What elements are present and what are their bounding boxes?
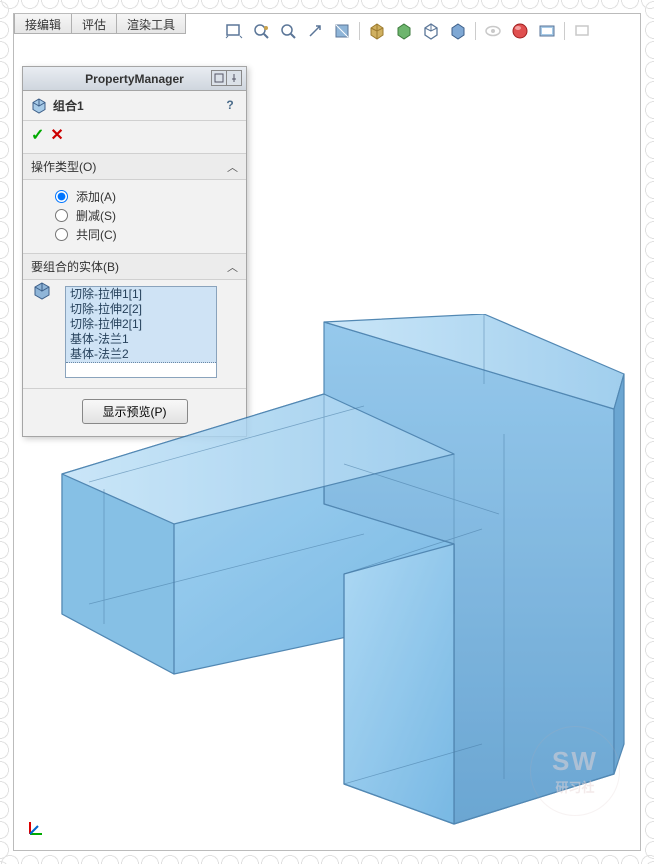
section-view-icon[interactable] — [332, 21, 352, 41]
view-toolbar — [224, 14, 640, 46]
menu-tab-direct-edit[interactable]: 接编辑 — [14, 14, 72, 34]
menu-tab-evaluate[interactable]: 评估 — [71, 14, 117, 34]
prev-view-icon[interactable] — [305, 21, 325, 41]
watermark: SW 研习社 — [530, 726, 620, 816]
display-style-icon[interactable] — [394, 21, 414, 41]
solid-body-icon — [33, 282, 51, 300]
section-operation-label: 操作类型(O) — [31, 158, 96, 175]
chevron-up-icon: ︿ — [227, 159, 238, 175]
zoom-fit-icon[interactable] — [224, 21, 244, 41]
pm-tab-icon[interactable] — [211, 70, 227, 86]
origin-triad-icon — [28, 818, 46, 836]
render-icon[interactable] — [537, 21, 557, 41]
hide-show-icon[interactable] — [421, 21, 441, 41]
section-bodies-label: 要组合的实体(B) — [31, 258, 119, 275]
appearances-icon[interactable] — [510, 21, 530, 41]
pm-title-bar: PropertyManager — [23, 67, 246, 91]
orientation-icon[interactable] — [367, 21, 387, 41]
feature-name: 组合1 — [53, 97, 84, 114]
zoom-area-icon[interactable] — [251, 21, 271, 41]
pm-pin-icon[interactable] — [226, 70, 242, 86]
menu-tab-render-tools[interactable]: 渲染工具 — [116, 14, 186, 34]
ok-button[interactable]: ✓ — [31, 125, 44, 145]
maximize-icon[interactable] — [572, 21, 592, 41]
pm-title-label: PropertyManager — [85, 72, 184, 86]
feature-cube-icon — [31, 98, 47, 114]
visibility-icon[interactable] — [483, 21, 503, 41]
scene-icon[interactable] — [448, 21, 468, 41]
section-operation-header[interactable]: 操作类型(O) ︿ — [23, 154, 246, 180]
section-bodies-header[interactable]: 要组合的实体(B) ︿ — [23, 254, 246, 280]
zoom-window-icon[interactable] — [278, 21, 298, 41]
radio-add[interactable]: 添加(A) — [55, 188, 238, 205]
radio-subtract[interactable]: 删减(S) — [55, 207, 238, 224]
radio-common[interactable]: 共同(C) — [55, 226, 238, 243]
help-icon[interactable]: ? — [222, 97, 238, 113]
chevron-up-icon: ︿ — [227, 259, 238, 275]
cad-viewport[interactable]: 接编辑 评估 渲染工具 PropertyManager — [13, 13, 641, 851]
cancel-button[interactable]: ✕ — [50, 125, 63, 145]
list-item[interactable]: 切除-拉伸1[1] — [66, 287, 216, 302]
